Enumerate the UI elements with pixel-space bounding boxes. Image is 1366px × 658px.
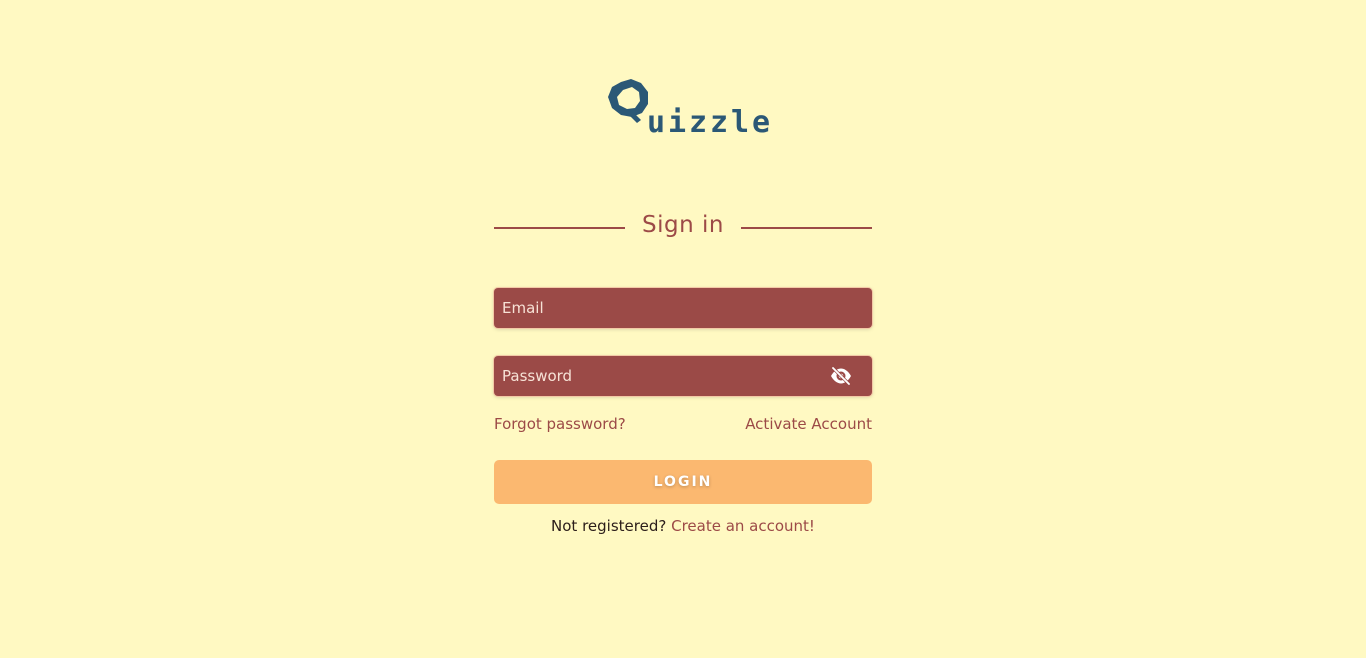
eye-off-icon[interactable] <box>830 366 852 386</box>
activate-account-link[interactable]: Activate Account <box>745 415 872 433</box>
login-page: uizzle Sign in Forgot password? Activate… <box>0 0 1366 658</box>
email-field-wrapper <box>494 288 872 328</box>
password-field-wrapper <box>494 356 872 396</box>
divider-left <box>494 227 625 229</box>
password-field[interactable] <box>494 356 872 396</box>
logo-text: uizzle <box>647 105 771 136</box>
forgot-password-link[interactable]: Forgot password? <box>494 415 626 433</box>
register-prompt: Not registered? Create an account! <box>494 517 872 539</box>
auth-links: Forgot password? Activate Account <box>494 413 872 435</box>
create-account-link[interactable]: Create an account! <box>671 517 815 535</box>
signin-heading: Sign in <box>494 207 872 243</box>
login-button[interactable]: LOGIN <box>494 460 872 504</box>
quizzle-logo: uizzle <box>603 76 773 136</box>
divider-right <box>740 227 872 229</box>
register-text: Not registered? <box>551 517 667 535</box>
page-title: Sign in <box>642 212 724 238</box>
email-field[interactable] <box>494 288 872 328</box>
